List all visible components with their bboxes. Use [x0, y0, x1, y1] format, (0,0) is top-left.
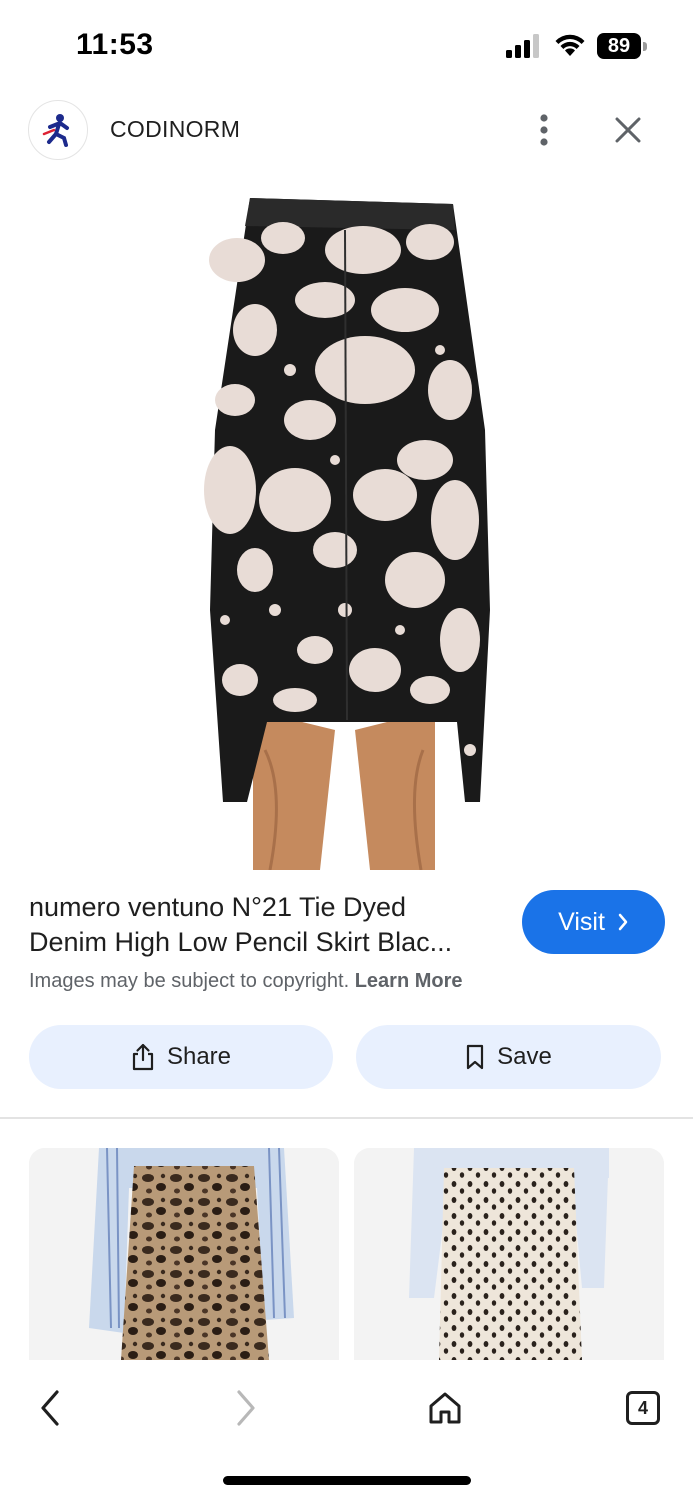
related-result-card[interactable]: [29, 1148, 339, 1360]
copyright-notice: Images may be subject to copyright. Lear…: [29, 970, 463, 993]
save-label: Save: [497, 1043, 552, 1070]
share-button[interactable]: Share: [29, 1025, 333, 1089]
learn-more-link[interactable]: Learn More: [355, 970, 463, 992]
share-label: Share: [166, 1043, 232, 1070]
bottom-toolbar: 4: [0, 1360, 693, 1500]
tabs-button[interactable]: 4: [613, 1378, 673, 1438]
chevron-left-icon: [41, 1390, 59, 1426]
home-button[interactable]: [415, 1378, 475, 1438]
section-divider: [0, 1117, 693, 1119]
home-indicator: [223, 1476, 471, 1485]
product-title[interactable]: numero ventuno N°21 Tie Dyed Denim High …: [29, 890, 499, 960]
product-title-line-2: Denim High Low Pencil Skirt Blac...: [29, 927, 453, 957]
back-button[interactable]: [20, 1378, 80, 1438]
lens-header: CODINORM: [0, 96, 693, 164]
visit-label: Visit: [558, 907, 605, 936]
copyright-text: Images may be subject to copyright.: [29, 970, 350, 992]
chevron-right-icon: [237, 1390, 255, 1426]
more-vert-icon: [540, 114, 548, 146]
share-icon: [132, 1043, 154, 1071]
related-result-image: [354, 1148, 664, 1360]
close-icon: [615, 117, 641, 143]
battery-indicator: 89: [597, 33, 647, 59]
save-button[interactable]: Save: [356, 1025, 661, 1089]
status-bar: 11:53 89: [0, 0, 693, 92]
close-button[interactable]: [606, 108, 650, 152]
site-name[interactable]: CODINORM: [110, 116, 240, 143]
visit-button[interactable]: Visit: [522, 890, 665, 954]
product-image[interactable]: [195, 190, 495, 870]
related-result-card[interactable]: [354, 1148, 664, 1360]
status-time: 11:53: [76, 28, 154, 61]
wifi-icon: [555, 34, 585, 56]
bookmark-icon: [467, 1044, 484, 1070]
more-options-button[interactable]: [524, 108, 564, 152]
home-icon: [429, 1392, 461, 1424]
battery-level: 89: [607, 35, 631, 57]
forward-button[interactable]: [216, 1378, 276, 1438]
product-title-line-1: numero ventuno N°21 Tie Dyed: [29, 892, 407, 922]
cellular-signal-icon: [506, 34, 539, 58]
chevron-right-icon: [618, 913, 628, 931]
site-logo[interactable]: [28, 100, 88, 160]
tab-count: 4: [626, 1391, 660, 1425]
runner-logo-icon: [42, 114, 69, 147]
related-result-image: [29, 1148, 339, 1360]
